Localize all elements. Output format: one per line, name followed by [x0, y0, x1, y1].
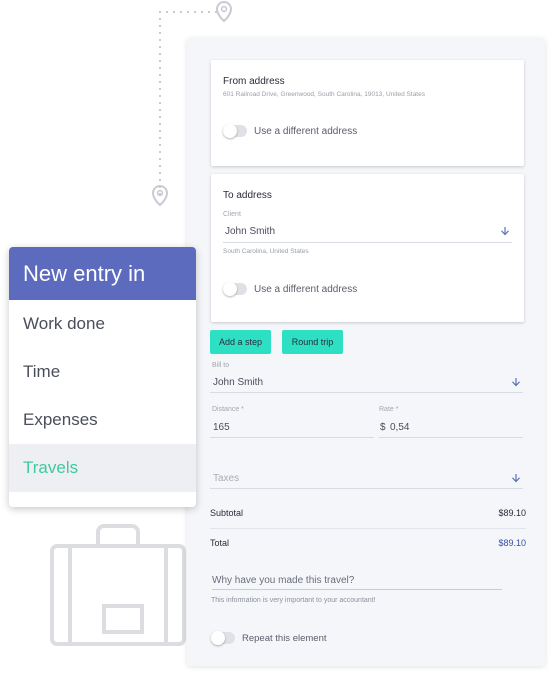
bill-to-label: Bill to [212, 362, 230, 369]
bill-to-select[interactable]: John Smith [213, 377, 263, 388]
round-trip-button[interactable]: Round trip [282, 330, 343, 354]
add-step-button[interactable]: Add a step [210, 330, 271, 354]
from-address-value: 601 Railroad Drive, Greenwood, South Car… [223, 91, 425, 98]
repeat-element-toggle[interactable]: Repeat this element [211, 631, 327, 645]
subtotal-value: $89.10 [498, 508, 526, 518]
taxes-select[interactable]: Taxes [213, 473, 239, 484]
rate-label: Rate * [379, 406, 399, 413]
client-select[interactable]: John Smith [225, 226, 275, 237]
suitcase-icon [50, 524, 186, 646]
distance-label: Distance * [212, 406, 244, 413]
menu-title: New entry in [9, 247, 196, 300]
toggle-label: Use a different address [254, 283, 358, 295]
rate-currency: $ [380, 422, 386, 433]
total-row: Total $89.10 [210, 538, 526, 548]
toggle-switch[interactable] [223, 124, 247, 138]
client-label: Client [223, 211, 241, 218]
map-pin-icon [215, 0, 233, 23]
distance-input[interactable]: 165 [213, 422, 230, 433]
chevron-down-icon[interactable] [511, 473, 521, 483]
total-value: $89.10 [498, 538, 526, 548]
toggle-switch[interactable] [223, 282, 247, 296]
to-address-title: To address [223, 190, 272, 201]
subtotal-row: Subtotal $89.10 [210, 508, 526, 518]
from-different-address-toggle[interactable]: Use a different address [223, 124, 358, 138]
to-different-address-toggle[interactable]: Use a different address [223, 282, 358, 296]
to-address-card: To address Client John Smith South Carol… [211, 174, 524, 322]
repeat-label: Repeat this element [242, 632, 327, 644]
total-label: Total [210, 538, 230, 548]
chevron-down-icon[interactable] [500, 226, 510, 236]
map-pin-icon [151, 184, 169, 207]
menu-item-expenses[interactable]: Expenses [9, 396, 196, 444]
travel-reason-input[interactable] [212, 572, 502, 590]
menu-item-travels[interactable]: Travels [9, 444, 196, 492]
chevron-down-icon[interactable] [511, 377, 521, 387]
from-address-title: From address [223, 76, 285, 87]
rate-input[interactable]: 0,54 [390, 422, 409, 433]
toggle-label: Use a different address [254, 125, 358, 137]
from-address-card: From address 601 Railroad Drive, Greenwo… [211, 60, 524, 166]
new-entry-menu: New entry in Work done Time Expenses Tra… [9, 247, 196, 507]
travel-reason-hint: This information is very important to yo… [211, 597, 376, 604]
menu-item-time[interactable]: Time [9, 348, 196, 396]
to-address-location: South Carolina, United States [223, 248, 309, 255]
menu-item-work-done[interactable]: Work done [9, 300, 196, 348]
subtotal-label: Subtotal [210, 508, 244, 518]
toggle-switch[interactable] [211, 631, 235, 645]
travel-form-card: From address 601 Railroad Drive, Greenwo… [187, 38, 545, 666]
